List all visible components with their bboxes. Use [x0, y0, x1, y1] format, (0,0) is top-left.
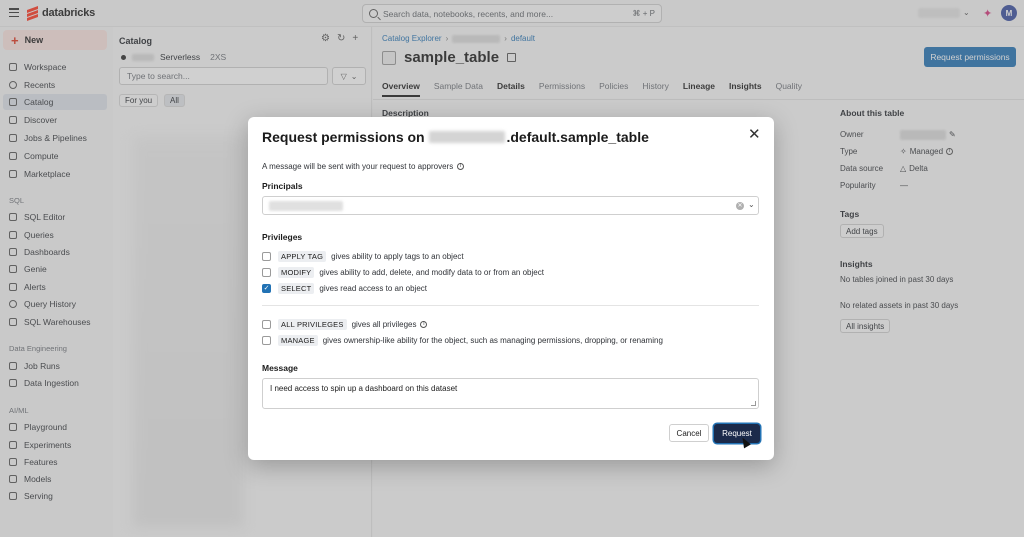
manage-checkbox[interactable]	[262, 335, 271, 345]
dialog-note: A message will be sent with your request…	[262, 162, 465, 171]
dialog-title-catalog-blurred	[429, 131, 506, 143]
privilege-modify: MODIFY gives ability to add, delete, and…	[262, 266, 544, 278]
privilege-tag: ALL PRIVILEGES	[278, 318, 347, 330]
privileges-divider	[262, 305, 759, 306]
modify-checkbox[interactable]	[262, 267, 271, 277]
privilege-all-privileges: ALL PRIVILEGES gives all privileges i	[262, 318, 428, 330]
message-label: Message	[262, 363, 298, 373]
privilege-select: ✓ SELECT gives read access to an object	[262, 282, 427, 294]
privilege-desc: gives all privileges	[351, 319, 417, 329]
privilege-apply-tag: APPLY TAG gives ability to apply tags to…	[262, 250, 464, 262]
message-textarea[interactable]: I need access to spin up a dashboard on …	[262, 378, 759, 409]
privilege-desc: gives read access to an object	[319, 283, 428, 293]
privilege-tag: MODIFY	[278, 266, 315, 278]
privilege-manage: MANAGE gives ownership-like ability for …	[262, 334, 663, 346]
privilege-desc: gives ownership-like ability for the obj…	[322, 335, 663, 345]
principals-select[interactable]: ✕ ⌄	[262, 196, 759, 215]
privileges-label: Privileges	[262, 232, 303, 242]
clear-icon[interactable]: ✕	[736, 202, 744, 210]
dialog-note-text: A message will be sent with your request…	[262, 162, 454, 171]
info-icon[interactable]: i	[420, 320, 428, 328]
all-privileges-checkbox[interactable]	[262, 319, 271, 329]
privilege-tag: MANAGE	[278, 334, 318, 346]
privilege-desc: gives ability to add, delete, and modify…	[319, 267, 544, 277]
principal-value-blurred	[269, 201, 343, 211]
close-icon[interactable]: ✕	[748, 127, 761, 142]
principals-label: Principals	[262, 181, 303, 191]
message-text: I need access to spin up a dashboard on …	[270, 384, 458, 393]
apply-tag-checkbox[interactable]	[262, 251, 271, 261]
request-permissions-dialog: Request permissions on .default.sample_t…	[248, 117, 774, 460]
privilege-desc: gives ability to apply tags to an object	[331, 251, 464, 261]
dialog-title: Request permissions on .default.sample_t…	[262, 129, 649, 145]
request-button[interactable]: Request	[714, 424, 760, 443]
resize-handle-icon[interactable]	[751, 401, 756, 406]
chevron-down-icon[interactable]: ⌄	[748, 200, 755, 209]
cancel-button[interactable]: Cancel	[669, 424, 709, 442]
dialog-title-prefix: Request permissions on	[262, 129, 425, 145]
dialog-title-suffix: .default.sample_table	[506, 129, 649, 145]
privilege-tag: APPLY TAG	[278, 250, 327, 262]
privilege-tag: SELECT	[278, 282, 315, 294]
select-checkbox[interactable]: ✓	[262, 283, 271, 293]
info-icon[interactable]: i	[457, 163, 465, 170]
